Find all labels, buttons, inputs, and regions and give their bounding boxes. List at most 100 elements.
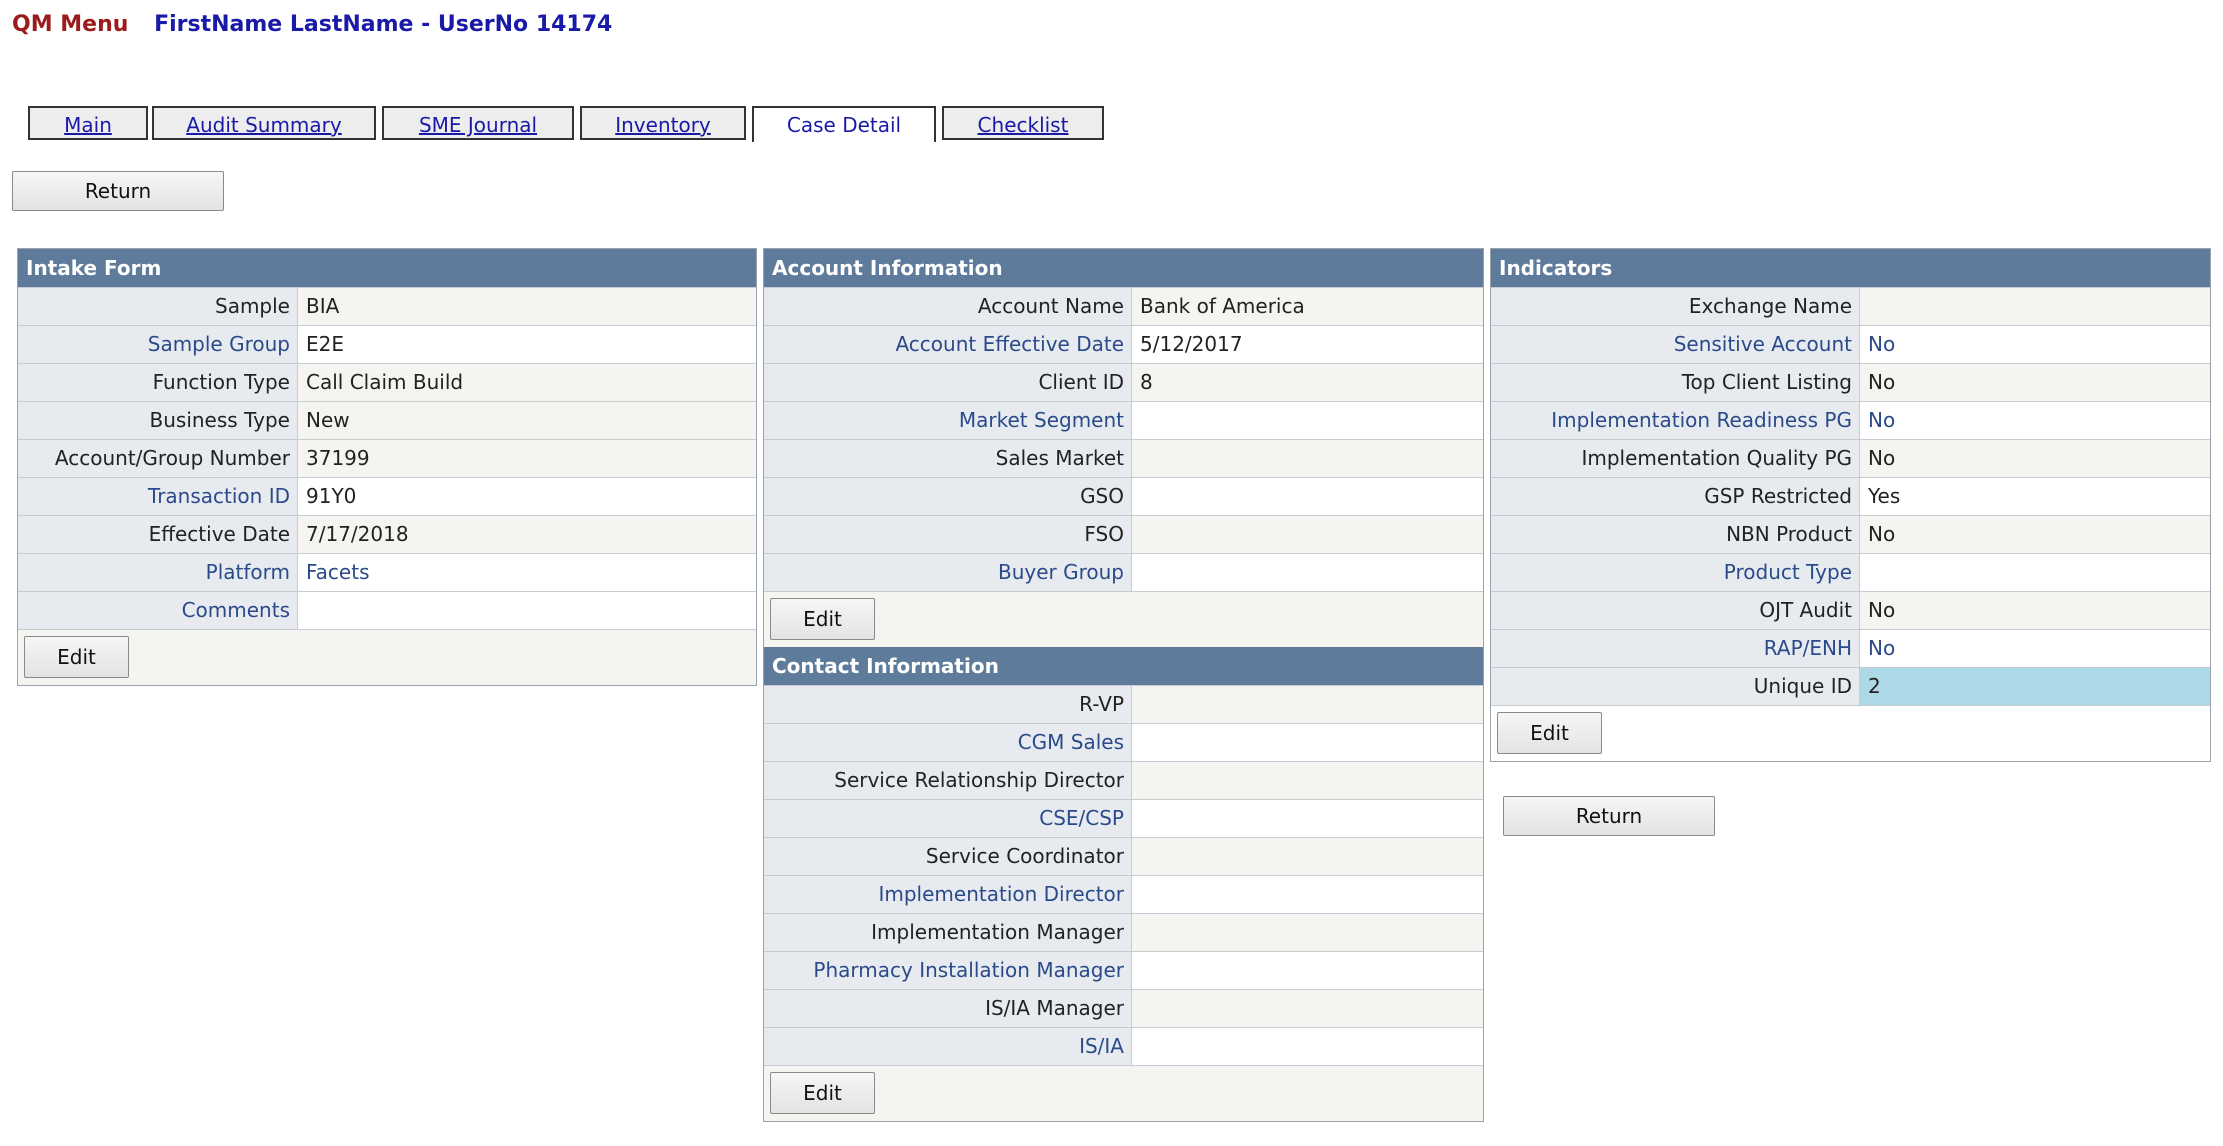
tab-inventory[interactable]: Inventory: [580, 106, 746, 140]
table-row: GSO: [764, 477, 1483, 515]
table-row: Effective Date 7/17/2018: [18, 515, 756, 553]
table-row: NBN Product No: [1491, 515, 2210, 553]
table-row: Comments: [18, 591, 756, 629]
table-row: Market Segment: [764, 401, 1483, 439]
field-value: No: [1860, 592, 2210, 629]
account-info-title: Account Information: [764, 249, 1483, 287]
field-value: No: [1860, 402, 2210, 439]
qm-menu-link[interactable]: QM Menu: [12, 12, 128, 37]
field-value: [1132, 1028, 1483, 1065]
field-label[interactable]: Buyer Group: [764, 554, 1132, 591]
account-edit-area: Edit: [764, 591, 1483, 647]
tab-case-detail[interactable]: Case Detail: [752, 106, 936, 142]
field-label[interactable]: Account Effective Date: [764, 326, 1132, 363]
field-label[interactable]: Market Segment: [764, 402, 1132, 439]
field-value: Facets: [298, 554, 756, 591]
field-label: Exchange Name: [1491, 288, 1860, 325]
table-row: Implementation Readiness PG No: [1491, 401, 2210, 439]
return-button-bottom[interactable]: Return: [1503, 796, 1715, 836]
field-value: No: [1860, 440, 2210, 477]
table-row: Implementation Director: [764, 875, 1483, 913]
field-value: [1132, 952, 1483, 989]
table-row: Service Relationship Director: [764, 761, 1483, 799]
table-row: OJT Audit No: [1491, 591, 2210, 629]
field-value: No: [1860, 364, 2210, 401]
indicators-title: Indicators: [1491, 249, 2210, 287]
intake-form-panel: Intake Form Sample BIA Sample Group E2E Fu…: [17, 248, 757, 686]
field-value: Bank of America: [1132, 288, 1483, 325]
field-label: Client ID: [764, 364, 1132, 401]
table-row: Service Coordinator: [764, 837, 1483, 875]
field-value: No: [1860, 326, 2210, 363]
field-label: GSP Restricted: [1491, 478, 1860, 515]
table-row: Sample Group E2E: [18, 325, 756, 363]
table-row: Sensitive Account No: [1491, 325, 2210, 363]
tab-audit-summary[interactable]: Audit Summary: [152, 106, 376, 140]
table-row: IS/IA Manager: [764, 989, 1483, 1027]
field-label: Implementation Manager: [764, 914, 1132, 951]
table-row: Business Type New: [18, 401, 756, 439]
indicators-edit-area: Edit: [1491, 705, 2210, 761]
field-label[interactable]: Sensitive Account: [1491, 326, 1860, 363]
field-label: Business Type: [18, 402, 298, 439]
field-label: Sample: [18, 288, 298, 325]
return-button-top[interactable]: Return: [12, 171, 224, 211]
field-value: [1132, 516, 1483, 553]
field-value: BIA: [298, 288, 756, 325]
field-label[interactable]: Comments: [18, 592, 298, 629]
field-label: Function Type: [18, 364, 298, 401]
field-label: Account/Group Number: [18, 440, 298, 477]
field-value: [1132, 876, 1483, 913]
field-value: New: [298, 402, 756, 439]
contact-edit-button[interactable]: Edit: [770, 1072, 875, 1114]
field-label: Service Coordinator: [764, 838, 1132, 875]
field-label: Service Relationship Director: [764, 762, 1132, 799]
field-label: Implementation Quality PG: [1491, 440, 1860, 477]
contact-edit-area: Edit: [764, 1065, 1483, 1121]
field-value: [1132, 724, 1483, 761]
field-value: [1132, 686, 1483, 723]
table-row: CSE/CSP: [764, 799, 1483, 837]
field-value: Call Claim Build: [298, 364, 756, 401]
field-label[interactable]: Sample Group: [18, 326, 298, 363]
field-value: [1132, 838, 1483, 875]
field-value: [1860, 554, 2210, 591]
table-row: R-VP: [764, 685, 1483, 723]
table-row: Account Effective Date 5/12/2017: [764, 325, 1483, 363]
tab-main[interactable]: Main: [28, 106, 148, 140]
field-label[interactable]: Implementation Readiness PG: [1491, 402, 1860, 439]
field-label[interactable]: Platform: [18, 554, 298, 591]
field-value: [1132, 762, 1483, 799]
contact-info-title: Contact Information: [764, 647, 1483, 685]
field-label[interactable]: Implementation Director: [764, 876, 1132, 913]
field-label[interactable]: Pharmacy Installation Manager: [764, 952, 1132, 989]
field-label[interactable]: Transaction ID: [18, 478, 298, 515]
field-value: [1132, 800, 1483, 837]
tab-checklist[interactable]: Checklist: [942, 106, 1104, 140]
account-edit-button[interactable]: Edit: [770, 598, 875, 640]
indicators-panel: Indicators Exchange Name Sensitive Accou…: [1490, 248, 2211, 762]
field-label: Unique ID: [1491, 668, 1860, 705]
field-value: [1132, 478, 1483, 515]
field-label[interactable]: CGM Sales: [764, 724, 1132, 761]
table-row: Implementation Quality PG No: [1491, 439, 2210, 477]
field-label: Top Client Listing: [1491, 364, 1860, 401]
intake-edit-button[interactable]: Edit: [24, 636, 129, 678]
field-value: [1132, 554, 1483, 591]
table-row: Transaction ID 91Y0: [18, 477, 756, 515]
field-value: [1132, 440, 1483, 477]
field-value: 91Y0: [298, 478, 756, 515]
table-row: Product Type: [1491, 553, 2210, 591]
field-label[interactable]: IS/IA: [764, 1028, 1132, 1065]
indicators-edit-button[interactable]: Edit: [1497, 712, 1602, 754]
tab-sme-journal[interactable]: SME Journal: [382, 106, 574, 140]
table-row: Sample BIA: [18, 287, 756, 325]
table-row: CGM Sales: [764, 723, 1483, 761]
field-value: [1132, 402, 1483, 439]
field-label[interactable]: RAP/ENH: [1491, 630, 1860, 667]
table-row: Pharmacy Installation Manager: [764, 951, 1483, 989]
table-row: Sales Market: [764, 439, 1483, 477]
field-label[interactable]: CSE/CSP: [764, 800, 1132, 837]
field-label[interactable]: Product Type: [1491, 554, 1860, 591]
table-row: Exchange Name: [1491, 287, 2210, 325]
